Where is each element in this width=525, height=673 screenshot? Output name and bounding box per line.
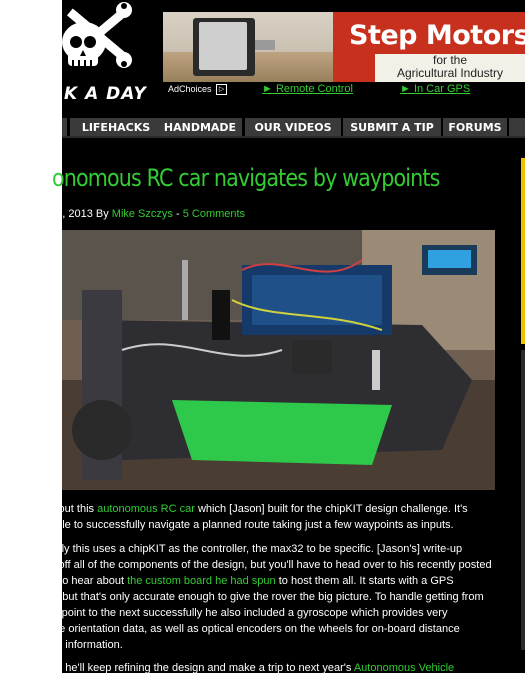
autonomous-vehicle-link[interactable]: Autonomous Vehicle: [354, 662, 454, 673]
page: K A DAY Step Motors for the Agricultural…: [0, 0, 525, 673]
logo-text: K A DAY: [64, 84, 147, 104]
paragraph-2-line-5: aypoint to the next successfully he also…: [50, 607, 448, 619]
paragraph-3-line-1: pe he'll keep refining the design and ma…: [50, 660, 520, 673]
article-paragraph-1: k out this autonomous RC car which [Jaso…: [50, 501, 520, 533]
nav-item-partial[interactable]: [62, 118, 67, 137]
ad-link-remote-control[interactable]: ► Remote Control: [262, 83, 353, 95]
paragraph-2-line-7: ed information.: [50, 639, 123, 651]
sidebar-edge: [521, 350, 525, 650]
adchoices-icon: ▷: [216, 84, 228, 96]
article-paragraph-2: usly this uses a chipKIT as the controll…: [50, 541, 520, 653]
p3-text-a: pe he'll keep refining the design and ma…: [50, 662, 354, 673]
nav-item-our-videos[interactable]: OUR VIDEOS: [245, 118, 341, 137]
custom-board-link[interactable]: the custom board he had spun: [127, 575, 276, 587]
meta-separator: -: [175, 208, 180, 220]
step-motor-shaft: [255, 40, 275, 50]
article-photo: [62, 230, 495, 490]
ad-subtitle-line2: Agricultural Industry: [396, 66, 504, 80]
p1-text-b: which [Jason] built for the chipKIT desi…: [194, 503, 468, 515]
sidebar-edge-highlight: [521, 158, 525, 344]
paragraph-2-line-2: s off all of the components of the desig…: [50, 559, 492, 571]
article-paragraph-3: pe he'll keep refining the design and ma…: [50, 660, 520, 673]
article-date: 16, 2013 By: [50, 208, 109, 220]
p2-text-a: e to hear about: [50, 575, 128, 587]
adchoices-label: AdChoices: [168, 84, 212, 94]
adchoices-link[interactable]: AdChoices ▷: [168, 84, 228, 96]
nav-item-forums[interactable]: FORUMS: [443, 118, 507, 137]
main-nav: LIFEHACKS HANDMADE OUR VIDEOS SUBMIT A T…: [62, 118, 525, 137]
ad-banner[interactable]: Step Motors for the Agricultural Industr…: [163, 12, 525, 82]
p2-text-b: to host them all. It starts with a GPS: [275, 575, 454, 587]
article-meta: 16, 2013 By Mike Szczys - 5 Comments: [50, 208, 245, 220]
nav-item-submit-a-tip[interactable]: SUBMIT A TIP: [343, 118, 441, 137]
paragraph-2-line-4: e, but that's only accurate enough to gi…: [50, 591, 484, 603]
article-title[interactable]: onomous RC car navigates by waypoints: [52, 164, 440, 192]
p1-text-a: k out this: [50, 503, 98, 515]
nav-divider: [62, 136, 525, 138]
nav-item-handmade[interactable]: HANDMADE: [158, 118, 242, 137]
paragraph-2-line-3: e to hear about the custom board he had …: [50, 573, 520, 589]
ad-subtitle: for the Agricultural Industry: [375, 54, 525, 82]
nav-item-next-partial[interactable]: [509, 118, 525, 137]
paragraph-2-line-6: ate orientation data, as well as optical…: [50, 623, 460, 635]
ad-title: Step Motors: [349, 20, 525, 51]
step-motor-face: [199, 22, 247, 70]
paragraph-1-line-1: k out this autonomous RC car which [Jaso…: [50, 501, 520, 517]
rc-car-link[interactable]: autonomous RC car: [97, 503, 195, 515]
paragraph-2-line-1: usly this uses a chipKIT as the controll…: [50, 543, 463, 555]
nav-item-lifehacks[interactable]: LIFEHACKS: [70, 118, 162, 137]
paragraph-1-line-2: able to successfully navigate a planned …: [50, 519, 454, 531]
author-link[interactable]: Mike Szczys: [112, 208, 173, 220]
comments-link[interactable]: 5 Comments: [183, 208, 245, 220]
ad-link-in-car-gps[interactable]: ► In Car GPS: [400, 83, 470, 95]
